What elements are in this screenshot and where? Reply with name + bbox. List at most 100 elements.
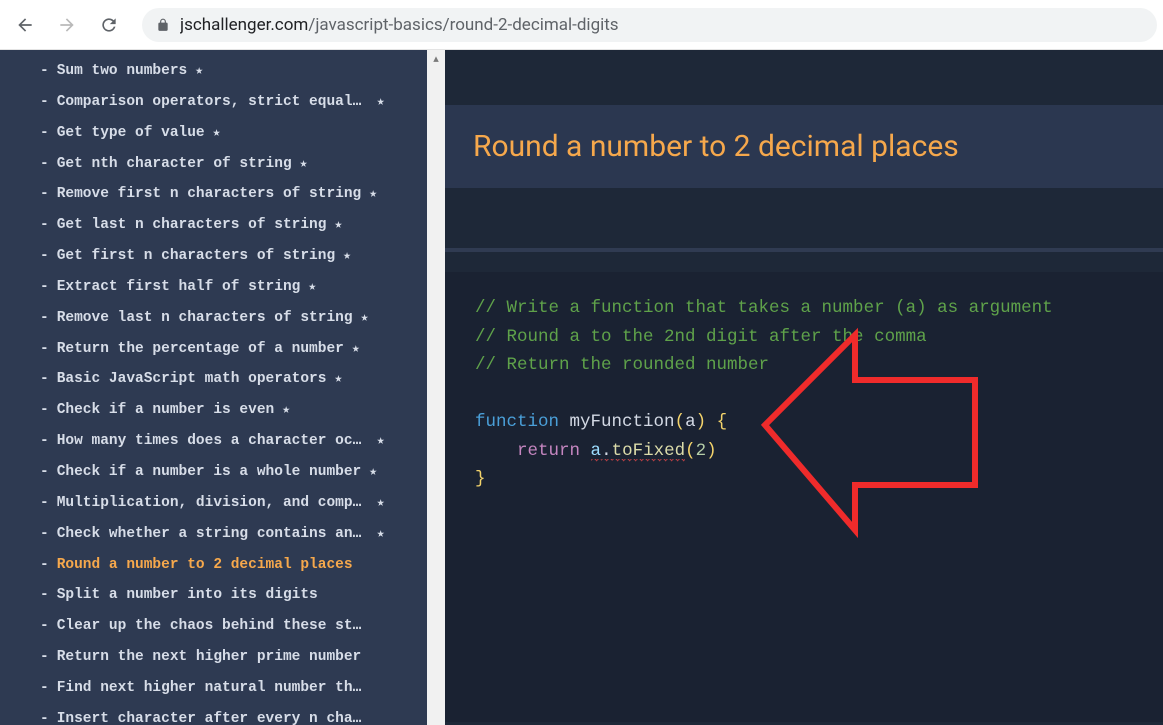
sidebar-item-label: Get last n characters of string	[57, 216, 327, 235]
forward-button[interactable]	[48, 6, 86, 44]
dash-icon: -	[40, 93, 49, 112]
code-line: }	[475, 465, 1133, 494]
sidebar-item-label: Check if a number is even	[57, 401, 275, 420]
dash-icon: -	[40, 124, 49, 143]
sidebar-item[interactable]: -How many times does a character occ… ★	[0, 426, 427, 457]
back-button[interactable]	[6, 6, 44, 44]
star-icon: ★	[377, 433, 385, 450]
sidebar[interactable]: -Sum two numbers★-Comparison operators, …	[0, 50, 427, 725]
page-title: Round a number to 2 decimal places	[473, 129, 1135, 164]
sidebar-item-label: Basic JavaScript math operators	[57, 370, 327, 389]
reload-button[interactable]	[90, 6, 128, 44]
sidebar-item-label: Get nth character of string	[57, 155, 292, 174]
dash-icon: -	[40, 679, 49, 698]
dash-icon: -	[40, 586, 49, 605]
sidebar-item-label: How many times does a character occ…	[57, 432, 369, 451]
star-icon: ★	[300, 156, 308, 173]
dash-icon: -	[40, 62, 49, 81]
dash-icon: -	[40, 340, 49, 359]
sidebar-item[interactable]: -Return the next higher prime number	[0, 642, 427, 673]
sidebar-item[interactable]: -Find next higher natural number that …	[0, 673, 427, 704]
browser-toolbar: jschallenger.com/javascript-basics/round…	[0, 0, 1163, 50]
sidebar-item-label: Multiplication, division, and compa…	[57, 494, 369, 513]
star-icon: ★	[361, 310, 369, 327]
sidebar-item[interactable]: -Remove first n characters of string ★	[0, 179, 427, 210]
sidebar-item[interactable]: -Extract first half of string ★	[0, 272, 427, 303]
code-line: function myFunction(a) {	[475, 408, 1133, 437]
arrow-left-icon	[15, 15, 35, 35]
star-icon: ★	[195, 63, 203, 80]
dash-icon: -	[40, 185, 49, 204]
sidebar-item[interactable]: -Get first n characters of string ★	[0, 241, 427, 272]
sidebar-item-label: Check whether a string contains ano…	[57, 525, 369, 544]
dash-icon: -	[40, 648, 49, 667]
sidebar-item[interactable]: -Split a number into its digits	[0, 580, 427, 611]
arrow-right-icon	[57, 15, 77, 35]
sidebar-item[interactable]: -Get last n characters of string★	[0, 210, 427, 241]
sidebar-item-label: Sum two numbers	[57, 62, 188, 81]
sidebar-item[interactable]: -Get nth character of string ★	[0, 149, 427, 180]
star-icon: ★	[343, 248, 351, 265]
dash-icon: -	[40, 216, 49, 235]
lock-icon	[156, 18, 170, 32]
dash-icon: -	[40, 710, 49, 725]
star-icon: ★	[377, 495, 385, 512]
sidebar-item-label: Extract first half of string	[57, 278, 301, 297]
sidebar-item-label: Remove first n characters of string	[57, 185, 362, 204]
dash-icon: -	[40, 401, 49, 420]
sidebar-item-label: Get type of value	[57, 124, 205, 143]
star-icon: ★	[377, 94, 385, 111]
sidebar-item[interactable]: -Return the percentage of a number ★	[0, 334, 427, 365]
dash-icon: -	[40, 155, 49, 174]
star-icon: ★	[352, 341, 360, 358]
sidebar-item-label: Clear up the chaos behind these strin…	[57, 617, 369, 636]
dash-icon: -	[40, 309, 49, 328]
star-icon: ★	[308, 279, 316, 296]
sidebar-item-label: Return the percentage of a number	[57, 340, 344, 359]
sidebar-item-label: Find next higher natural number that …	[57, 679, 369, 698]
spacer	[445, 50, 1163, 105]
sidebar-item-label: Return the next higher prime number	[57, 648, 362, 667]
dash-icon: -	[40, 370, 49, 389]
reload-icon	[99, 15, 119, 35]
dash-icon: -	[40, 463, 49, 482]
sidebar-item[interactable]: -Sum two numbers ★	[0, 56, 427, 87]
sidebar-item-label: Check if a number is a whole number	[57, 463, 362, 482]
address-bar[interactable]: jschallenger.com/javascript-basics/round…	[142, 8, 1157, 42]
sidebar-item[interactable]: -Comparison operators, strict equali… ★	[0, 87, 427, 118]
dash-icon: -	[40, 556, 49, 575]
sidebar-item-label: Split a number into its digits	[57, 586, 318, 605]
star-icon: ★	[377, 526, 385, 543]
sidebar-item[interactable]: -Multiplication, division, and compa… ★	[0, 488, 427, 519]
sidebar-item[interactable]: -Check whether a string contains ano… ★	[0, 519, 427, 550]
main-content: Round a number to 2 decimal places // Wr…	[445, 50, 1163, 725]
star-icon: ★	[369, 464, 377, 481]
star-icon: ★	[369, 186, 377, 203]
dash-icon: -	[40, 432, 49, 451]
sidebar-item[interactable]: -Clear up the chaos behind these strin…	[0, 611, 427, 642]
code-comment: // Round a to the 2nd digit after the co…	[475, 327, 927, 347]
sidebar-item-label: Get first n characters of string	[57, 247, 335, 266]
dash-icon: -	[40, 494, 49, 513]
code-comment: // Write a function that takes a number …	[475, 298, 1053, 318]
dash-icon: -	[40, 278, 49, 297]
sidebar-item[interactable]: -Get type of value ★	[0, 118, 427, 149]
sidebar-item[interactable]: -Insert character after every n charac…	[0, 704, 427, 725]
sidebar-item[interactable]: -Basic JavaScript math operators ★	[0, 364, 427, 395]
sidebar-item[interactable]: -Round a number to 2 decimal places	[0, 550, 427, 581]
dash-icon: -	[40, 247, 49, 266]
scrollbar[interactable]	[427, 50, 445, 725]
dash-icon: -	[40, 525, 49, 544]
sidebar-item-label: Round a number to 2 decimal places	[57, 556, 353, 575]
star-icon: ★	[282, 402, 290, 419]
star-icon: ★	[213, 125, 221, 142]
sidebar-item[interactable]: -Check if a number is even ★	[0, 395, 427, 426]
code-line: return a.toFixed(2)	[475, 437, 1133, 466]
code-editor[interactable]: // Write a function that takes a number …	[445, 272, 1163, 722]
star-icon: ★	[334, 371, 342, 388]
code-comment: // Return the rounded number	[475, 355, 769, 375]
sidebar-item[interactable]: -Remove last n characters of string★	[0, 303, 427, 334]
title-bar: Round a number to 2 decimal places	[445, 105, 1163, 188]
sidebar-item[interactable]: -Check if a number is a whole number ★	[0, 457, 427, 488]
sidebar-item-label: Comparison operators, strict equali…	[57, 93, 369, 112]
